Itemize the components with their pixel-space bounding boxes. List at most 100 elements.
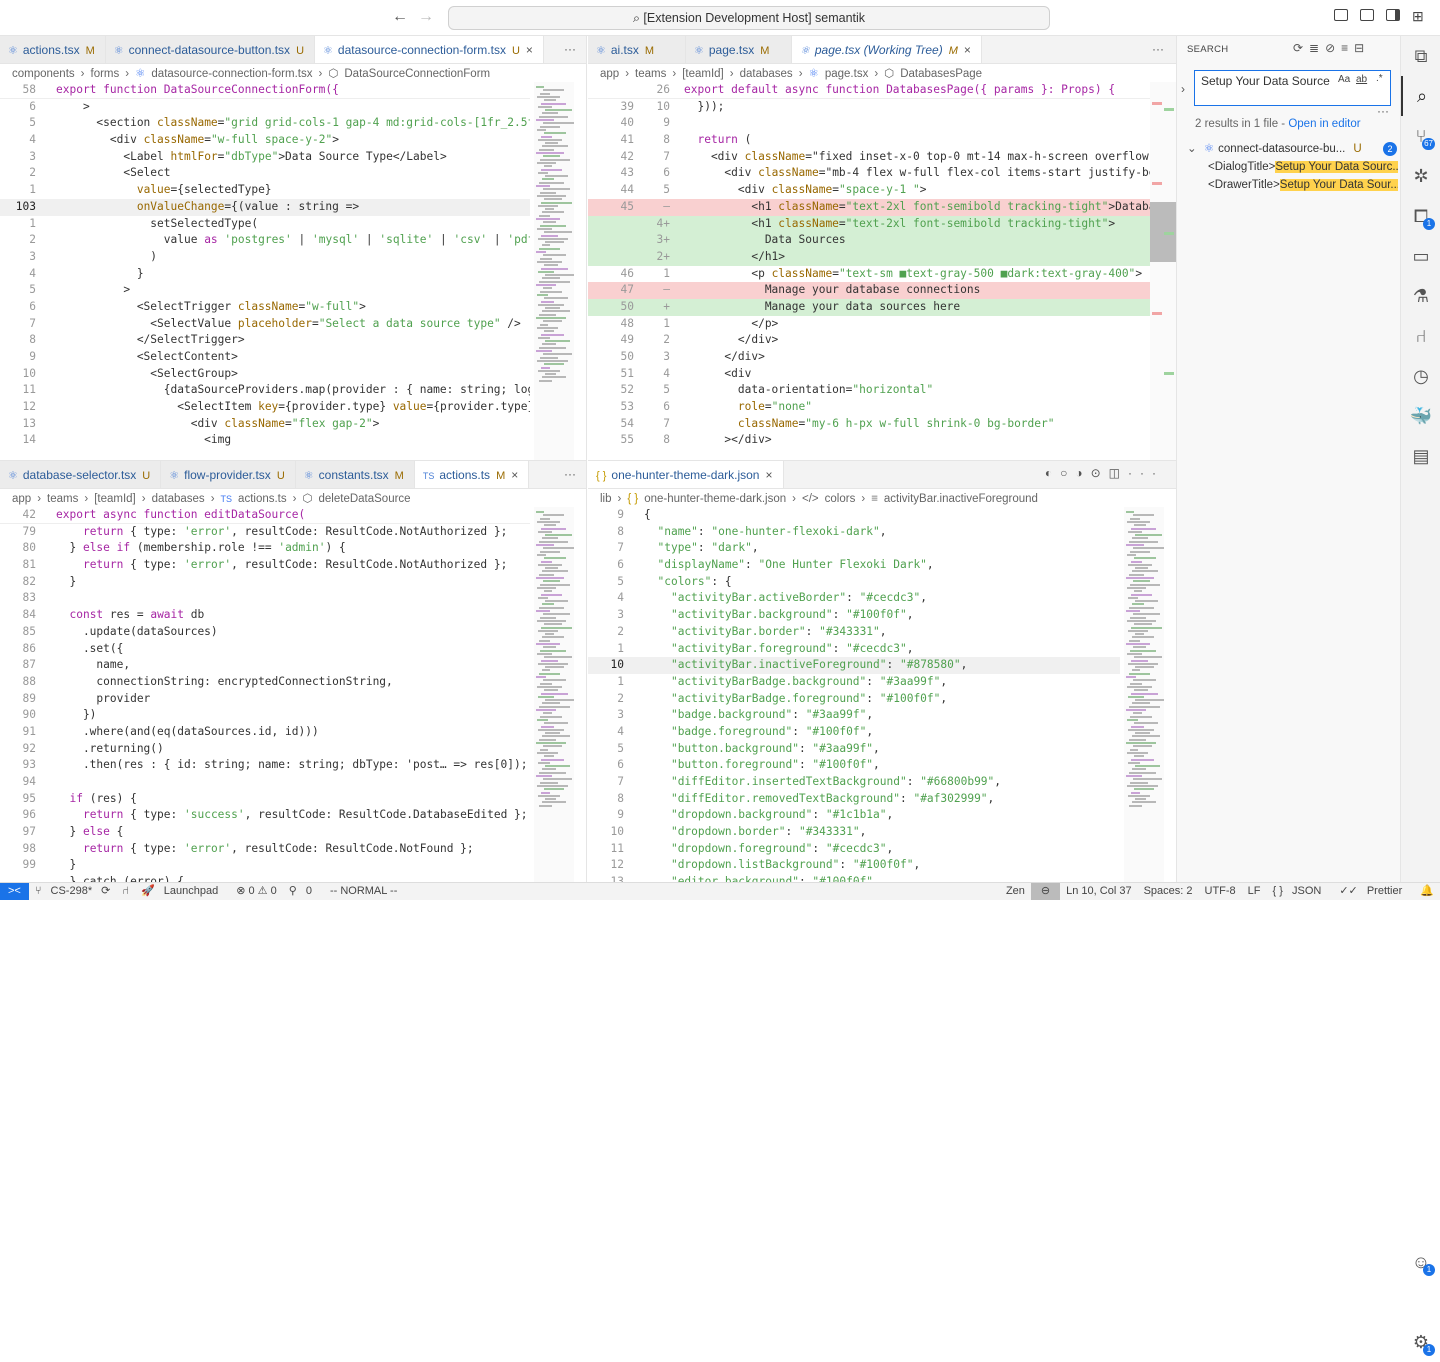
code-line[interactable]: 8 "name": "one-hunter-flexoki-dark", [588, 524, 1120, 541]
code-line[interactable]: 96 return { type: 'success', resultCode:… [0, 807, 530, 824]
code-line[interactable]: 11 {dataSourceProviders.map(provider : {… [0, 382, 530, 399]
code-line[interactable]: 42 7 <div className="fixed inset-x-0 top-… [588, 149, 1150, 166]
code-line[interactable]: 84 const res = await db [0, 607, 530, 624]
code-line[interactable]: 12 "dropdown.listBackground": "#100f0f", [588, 857, 1120, 874]
language-status[interactable]: { } JSON [1267, 883, 1334, 900]
code-line[interactable]: 13 <div className="flex gap-2"> [0, 416, 530, 433]
diff-overview-ruler[interactable] [1150, 82, 1176, 460]
code-line[interactable]: 6 > [0, 99, 530, 116]
code-line[interactable]: 39 10 })); [588, 99, 1150, 116]
close-icon[interactable]: × [511, 468, 518, 482]
extensions-icon[interactable]: ⧠ 1 [1401, 196, 1440, 236]
tab-ai-tsx[interactable]: ⚛ ai.tsx M [588, 36, 686, 63]
code-line[interactable]: 87 name, [0, 657, 530, 674]
more-actions-icon[interactable]: ··· [564, 42, 576, 56]
code-line[interactable]: 99 } [0, 857, 530, 874]
code-line[interactable]: 7 "diffEditor.insertedTextBackground": "… [588, 774, 1120, 791]
code-line[interactable]: 91 .where(and(eq(dataSources.id, id))) [0, 724, 530, 741]
more-options-icon[interactable]: ··· [1377, 104, 1389, 118]
code-line[interactable]: 5 "colors": { [588, 574, 1120, 591]
close-icon[interactable]: × [765, 468, 772, 482]
code-line[interactable]: 1 setSelectedType( [0, 216, 530, 233]
sticky-scroll-line[interactable]: 26 export default async function Database… [588, 82, 1150, 99]
removed-line[interactable]: 45 — <h1 className="text-2xl font-semibol… [588, 198, 1150, 216]
explorer-icon[interactable]: ⧉ [1401, 36, 1440, 76]
toggle-secondary-sidebar-icon[interactable] [1386, 9, 1400, 21]
code-line[interactable]: 2 <Select [0, 165, 530, 182]
diff-editor[interactable]: 26 export default async function Database… [588, 82, 1150, 460]
code-line[interactable]: 4 "activityBar.activeBorder": "#cecdc3", [588, 590, 1120, 607]
code-line[interactable]: 6 "displayName": "One Hunter Flexoki Dar… [588, 557, 1120, 574]
search-actions[interactable]: ⟳≣⊘≡⊟ [1293, 41, 1370, 55]
testing-icon[interactable]: ⚗ [1401, 276, 1440, 316]
manage-gear-icon[interactable]: ⚙ 1 [1401, 1322, 1440, 1362]
accounts-icon[interactable]: ☺ 1 [1401, 1242, 1440, 1282]
code-line[interactable]: 92 .returning() [0, 741, 530, 758]
code-line[interactable]: 5 <section className="grid grid-cols-1 g… [0, 115, 530, 132]
removed-line[interactable]: 47 — Manage your database connections [588, 282, 1150, 299]
code-line[interactable]: 53 6 role="none" [588, 399, 1150, 416]
regex-icon[interactable]: .* [1376, 73, 1383, 84]
code-line[interactable]: 9 "dropdown.background": "#1c1b1a", [588, 807, 1120, 824]
code-line[interactable]: 9{ [588, 507, 1120, 524]
code-line[interactable]: 80 } else if (membership.role !== 'admin… [0, 540, 530, 557]
tab-one-hunter-theme-dark[interactable]: { } one-hunter-theme-dark.json × [588, 461, 784, 488]
code-editor[interactable]: 42 export async function editDataSource( … [0, 507, 530, 883]
code-line[interactable]: 8 "diffEditor.removedTextBackground": "#… [588, 791, 1120, 808]
code-line[interactable]: 97 } else { [0, 824, 530, 841]
tab-page-tsx-working-tree[interactable]: ⚛ page.tsx (Working Tree) M × [792, 36, 982, 63]
code-line[interactable]: 86 .set({ [0, 641, 530, 658]
minimap[interactable] [1124, 507, 1164, 883]
notifications-icon[interactable]: 🔔 [1414, 883, 1440, 900]
ports-status[interactable]: ⚲ 0 [283, 883, 324, 900]
code-line[interactable]: 7 <SelectValue placeholder="Select a dat… [0, 316, 530, 333]
zen-status[interactable]: Zen [1000, 883, 1031, 900]
tab-constants[interactable]: ⚛ constants.tsx M [295, 461, 415, 488]
chat-icon[interactable]: ▤ [1401, 436, 1440, 476]
code-line[interactable]: 7 "type": "dark", [588, 540, 1120, 557]
remote-indicator[interactable]: >< [0, 883, 29, 900]
code-line[interactable]: 50 3 </div> [588, 349, 1150, 366]
code-line[interactable]: 14 <img [0, 432, 530, 449]
customize-layout-icon[interactable]: ⊞ [1412, 8, 1424, 25]
code-line[interactable]: 4 "badge.foreground": "#100f0f", [588, 724, 1120, 741]
prettier-status[interactable]: ✓✓ Prettier [1333, 883, 1414, 900]
sticky-scroll-line[interactable]: 58 export function DataSourceConnectionFo… [0, 82, 530, 99]
code-line[interactable]: 43 6 <div className="mb-4 flex w-full fle… [588, 165, 1150, 182]
code-line[interactable]: 5 > [0, 282, 530, 299]
tab-page-tsx[interactable]: ⚛ page.tsx M [686, 36, 792, 63]
code-line[interactable]: 54 7 className="my-6 h-px w-full shrink-0… [588, 416, 1150, 433]
tab-flow-provider[interactable]: ⚛ flow-provider.tsx U [161, 461, 296, 488]
code-line[interactable]: 98 return { type: 'error', resultCode: R… [0, 841, 530, 858]
minimap[interactable] [534, 82, 574, 460]
tab-actions-tsx[interactable]: ⚛ actions.tsx M [0, 36, 106, 63]
code-line[interactable]: 40 9 [588, 115, 1150, 132]
forward-arrow-icon[interactable]: → [418, 8, 434, 26]
code-line[interactable]: 10 "activityBar.inactiveForeground": "#8… [588, 657, 1120, 674]
code-line[interactable]: 9 <SelectContent> [0, 349, 530, 366]
code-line[interactable]: 81 return { type: 'error', resultCode: R… [0, 557, 530, 574]
remote-explorer-icon[interactable]: ▭ [1401, 236, 1440, 276]
docker-icon[interactable]: 🐳 [1401, 396, 1440, 436]
code-line[interactable]: 3 "activityBar.background": "#100f0f", [588, 607, 1120, 624]
code-line[interactable]: 2 "activityBar.border": "#343331", [588, 624, 1120, 641]
git-graph-icon[interactable]: ⑁ [1401, 316, 1440, 356]
code-line[interactable]: 10 <SelectGroup> [0, 366, 530, 383]
indentation-status[interactable]: Spaces: 2 [1138, 883, 1199, 900]
code-line[interactable]: 11 "dropdown.foreground": "#cecdc3", [588, 841, 1120, 858]
more-actions-icon[interactable]: ··· [1152, 42, 1164, 56]
inserted-line[interactable]: 4+ <h1 className="text-2xl font-semibold… [588, 215, 1150, 233]
match-word-icon[interactable]: ab [1356, 74, 1367, 85]
code-line[interactable]: 94 [0, 774, 530, 791]
code-line[interactable]: 51 4 <div [588, 366, 1150, 383]
code-line[interactable]: 49 2 </div> [588, 332, 1150, 349]
search-icon[interactable]: ⌕ [1401, 76, 1440, 116]
graph-icon[interactable]: ⑁ [116, 883, 135, 900]
code-line[interactable]: 85 .update(dataSources) [0, 624, 530, 641]
code-editor[interactable]: 58 export function DataSourceConnectionFo… [0, 82, 530, 460]
result-file[interactable]: ⌄ ⚛ connect-datasource-bu... U 2 [1187, 140, 1401, 158]
search-result[interactable]: <DialogTitle>Setup Your Data Sourc... [1208, 158, 1398, 176]
editor-actions[interactable]: ◐○◑⊙◫··· [1045, 466, 1164, 480]
code-line[interactable]: 12 <SelectItem key={provider.type} value… [0, 399, 530, 416]
close-icon[interactable]: × [526, 43, 533, 57]
